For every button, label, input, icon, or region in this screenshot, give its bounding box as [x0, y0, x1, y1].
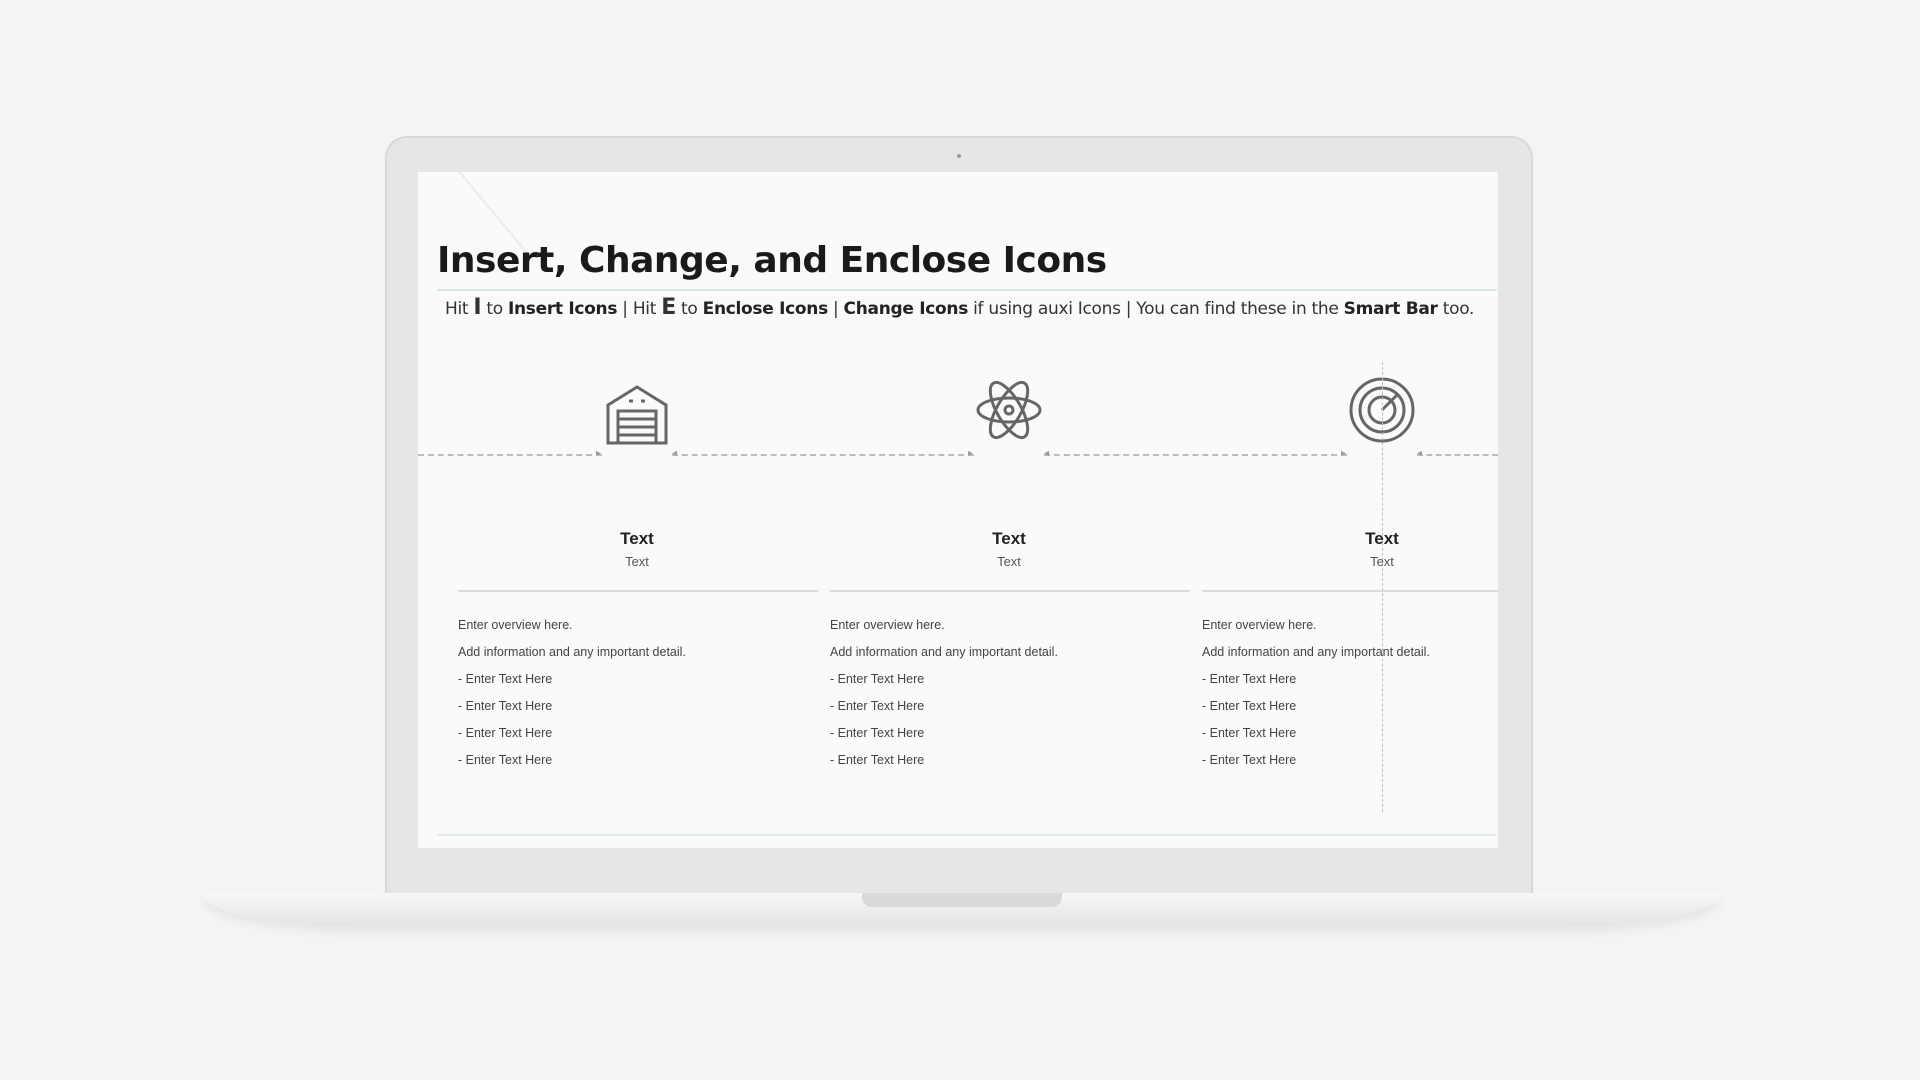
column-body[interactable]: Enter overview here. Add information and…	[1202, 612, 1498, 774]
bullet-line: - Enter Text Here	[458, 726, 553, 740]
arrow-right-icon: ▸	[1341, 448, 1347, 459]
camera-dot	[957, 154, 961, 158]
bullet-line: - Enter Text Here	[830, 726, 925, 740]
connector-line	[1044, 454, 1347, 456]
column-divider	[830, 590, 1190, 592]
column-divider	[458, 590, 818, 592]
column-divider	[1202, 590, 1498, 592]
bullet-line: - Enter Text Here	[1202, 672, 1297, 686]
bullet-line: - Enter Text Here	[830, 699, 925, 713]
column-body[interactable]: Enter overview here. Add information and…	[830, 612, 1130, 774]
laptop-base	[203, 893, 1721, 927]
atom-icon[interactable]	[974, 375, 1044, 445]
column-title[interactable]: Text	[537, 529, 737, 549]
garage-icon[interactable]	[602, 379, 672, 449]
arrow-right-icon: ▸	[596, 448, 602, 459]
arrow-left-icon: ◂	[1417, 448, 1423, 459]
title-rule	[437, 289, 1497, 291]
bullet-line: - Enter Text Here	[1202, 699, 1297, 713]
detail-line: Add information and any important detail…	[1202, 645, 1430, 659]
overview-line: Enter overview here.	[458, 618, 573, 632]
bottom-rule	[437, 834, 1497, 836]
slide-screen: Insert, Change, and Enclose Icons Hit I …	[418, 172, 1498, 848]
detail-line: Add information and any important detail…	[458, 645, 686, 659]
bullet-line: - Enter Text Here	[830, 672, 925, 686]
column-body[interactable]: Enter overview here. Add information and…	[458, 612, 758, 774]
connector-line	[418, 454, 602, 456]
laptop-lid: Insert, Change, and Enclose Icons Hit I …	[385, 136, 1533, 896]
arrow-right-icon: ▸	[968, 448, 974, 459]
overview-line: Enter overview here.	[830, 618, 945, 632]
connector-line	[672, 454, 974, 456]
column-subtitle[interactable]: Text	[1282, 554, 1482, 569]
bullet-line: - Enter Text Here	[458, 753, 553, 767]
column-subtitle[interactable]: Text	[537, 554, 737, 569]
slide-title[interactable]: Insert, Change, and Enclose Icons	[437, 240, 1107, 281]
arrow-left-icon: ◂	[1044, 448, 1050, 459]
overview-line: Enter overview here.	[1202, 618, 1317, 632]
laptop-notch	[862, 893, 1062, 907]
bullet-line: - Enter Text Here	[1202, 753, 1297, 767]
slide-subtitle[interactable]: Hit I to Insert Icons | Hit E to Enclose…	[445, 295, 1474, 320]
detail-line: Add information and any important detail…	[830, 645, 1058, 659]
column-title[interactable]: Text	[1282, 529, 1482, 549]
bullet-line: - Enter Text Here	[458, 672, 553, 686]
bullet-line: - Enter Text Here	[458, 699, 553, 713]
column-subtitle[interactable]: Text	[909, 554, 1109, 569]
bullet-line: - Enter Text Here	[1202, 726, 1297, 740]
arrow-left-icon: ◂	[672, 448, 678, 459]
connector-line	[1417, 454, 1498, 456]
column-title[interactable]: Text	[909, 529, 1109, 549]
bullet-line: - Enter Text Here	[830, 753, 925, 767]
